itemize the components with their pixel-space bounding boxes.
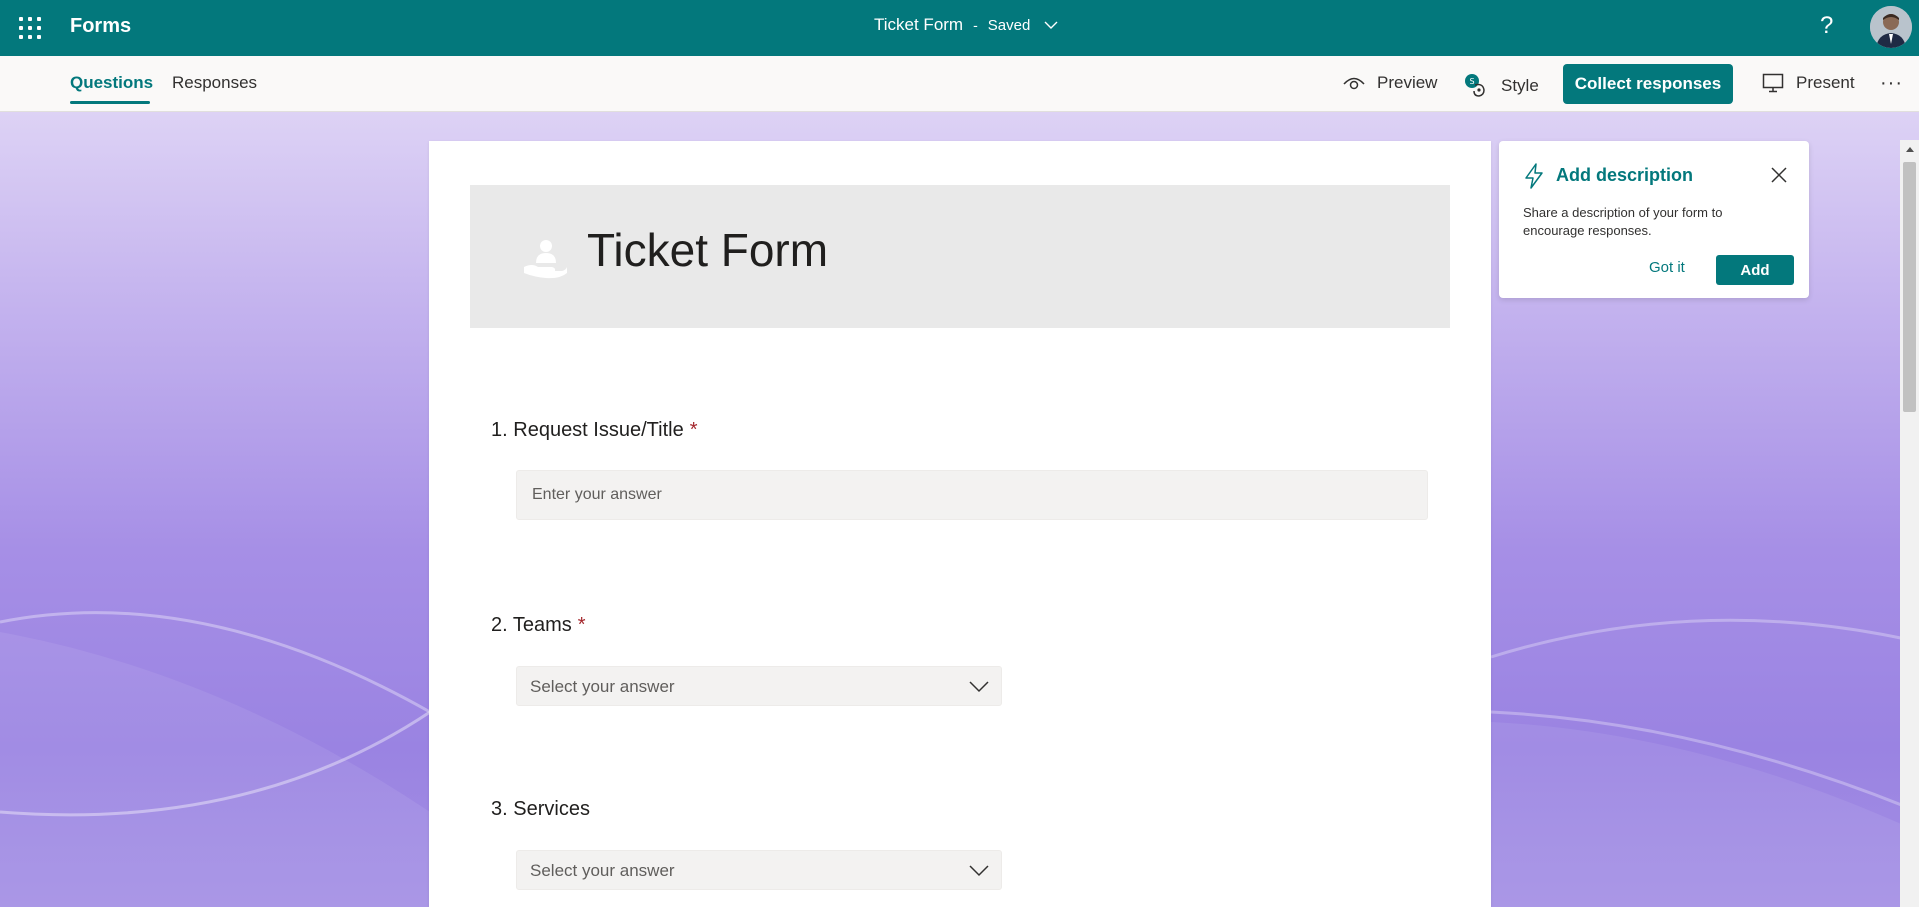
more-options-button[interactable]: ··· <box>1880 72 1903 95</box>
close-icon[interactable] <box>1769 165 1789 185</box>
question-number: 3. <box>491 798 508 820</box>
help-icon[interactable]: ? <box>1820 12 1833 40</box>
monitor-icon <box>1762 73 1784 93</box>
form-card: Ticket Form 1. Request Issue/Title * Ente… <box>429 141 1491 907</box>
question-number: 1. <box>491 419 508 441</box>
vertical-scrollbar[interactable] <box>1900 140 1919 907</box>
question-label: Request Issue/Title <box>513 419 684 441</box>
app-name[interactable]: Forms <box>70 15 131 38</box>
palette-icon: S <box>1465 74 1485 97</box>
add-description-callout: Add description Share a description of y… <box>1499 141 1809 298</box>
tab-questions[interactable]: Questions <box>70 73 153 93</box>
title-separator: - <box>973 17 978 33</box>
hand-person-icon <box>524 240 567 279</box>
chevron-down-icon <box>1044 21 1058 29</box>
triangle-up-icon <box>1905 146 1914 152</box>
chevron-down-icon <box>969 865 989 877</box>
app-header: Forms Ticket Form - Saved ? <box>0 0 1919 56</box>
present-button[interactable]: Present <box>1762 73 1855 93</box>
present-label: Present <box>1796 73 1855 92</box>
callout-title: Add description <box>1556 165 1694 185</box>
add-description-button[interactable]: Add <box>1716 255 1794 285</box>
tab-responses[interactable]: Responses <box>172 73 257 93</box>
required-marker: * <box>689 419 698 441</box>
style-button[interactable]: S Style <box>1463 73 1539 99</box>
waffle-icon[interactable] <box>18 16 42 40</box>
question-number: 2. <box>491 614 508 636</box>
required-marker: * <box>577 614 586 636</box>
request-title-input[interactable]: Enter your answer <box>516 470 1428 520</box>
avatar-image <box>1870 6 1912 48</box>
command-bar: Questions Responses Preview S Style Coll… <box>0 56 1919 112</box>
form-header-banner[interactable]: Ticket Form <box>470 185 1450 328</box>
got-it-button[interactable]: Got it <box>1649 259 1685 276</box>
preview-label: Preview <box>1377 73 1438 92</box>
dropdown-placeholder: Select your answer <box>530 861 675 880</box>
scroll-up-arrow[interactable] <box>1900 140 1919 158</box>
document-title: Ticket Form <box>874 15 964 34</box>
lightning-icon <box>1525 163 1543 189</box>
save-status: Saved <box>987 16 1031 34</box>
avatar[interactable] <box>1870 6 1912 48</box>
services-dropdown[interactable]: Select your answer <box>516 850 1002 890</box>
style-label: Style <box>1501 76 1539 95</box>
question-label: Teams <box>512 614 572 636</box>
chevron-down-icon <box>969 681 989 693</box>
active-tab-indicator <box>70 101 150 104</box>
teams-dropdown[interactable]: Select your answer <box>516 666 1002 706</box>
question-1-title[interactable]: 1. Request Issue/Title * <box>491 419 698 442</box>
eye-icon <box>1343 77 1365 90</box>
question-2-title[interactable]: 2. Teams * <box>491 614 586 637</box>
question-label: Services <box>513 798 590 820</box>
svg-text:S: S <box>1469 77 1474 86</box>
preview-button[interactable]: Preview <box>1343 73 1437 93</box>
form-title[interactable]: Ticket Form <box>587 223 828 277</box>
question-3-title[interactable]: 3. Services <box>491 798 590 821</box>
dropdown-placeholder: Select your answer <box>530 677 675 696</box>
collect-responses-button[interactable]: Collect responses <box>1563 64 1733 104</box>
callout-description: Share a description of your form to enco… <box>1523 205 1723 238</box>
document-title-menu[interactable]: Ticket Form - Saved <box>874 15 1058 35</box>
scroll-thumb[interactable] <box>1903 162 1916 412</box>
